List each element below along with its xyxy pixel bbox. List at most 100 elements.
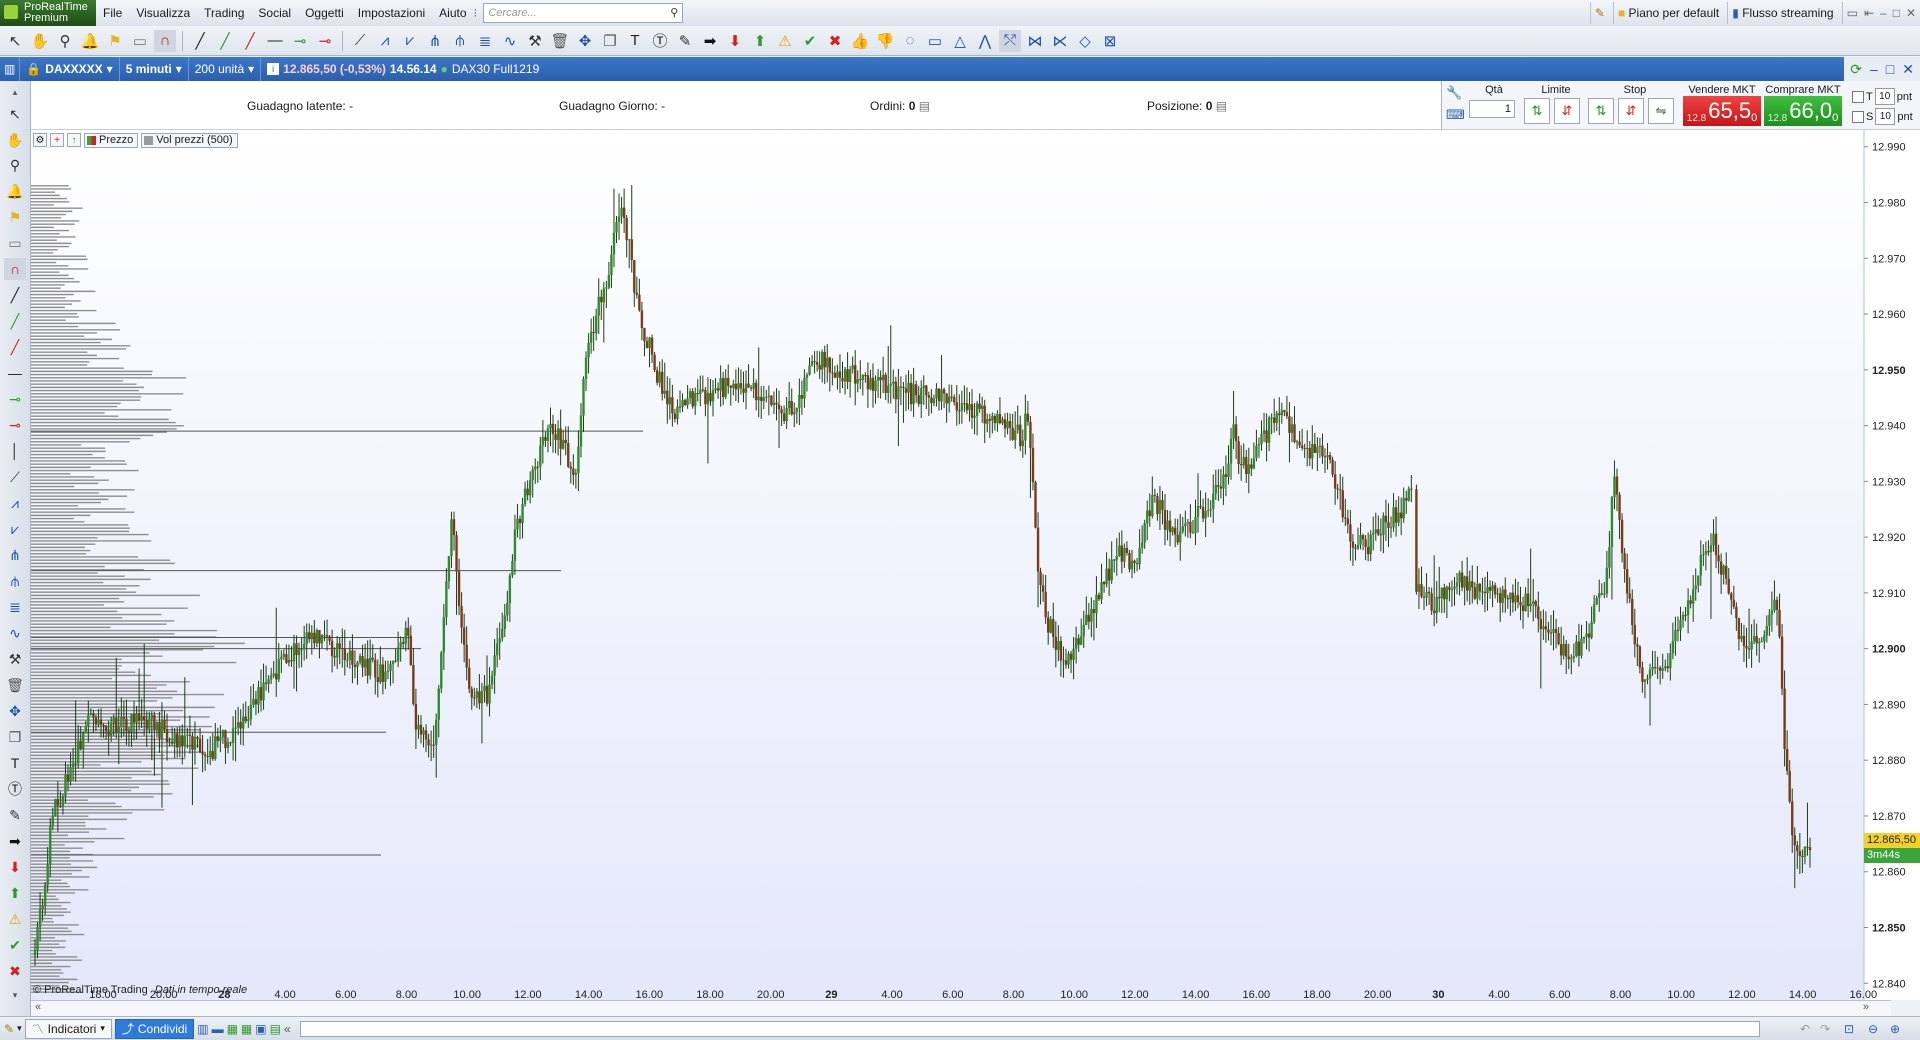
triangle-icon[interactable]: ⩗: [399, 30, 421, 52]
legend-price[interactable]: Prezzo: [84, 132, 139, 148]
orders-list-icon[interactable]: ▤: [919, 99, 930, 113]
units-selector[interactable]: 200 unità ▾: [189, 57, 262, 81]
buy-market-button[interactable]: 12.8 66,0 0: [1764, 96, 1842, 126]
move-icon[interactable]: ✥: [574, 30, 596, 52]
scroll-left-icon[interactable]: «: [35, 1001, 41, 1013]
fan-icon[interactable]: ⋔: [4, 544, 26, 566]
channel-icon[interactable]: ⩘: [374, 30, 396, 52]
trendline-icon[interactable]: ╱: [189, 30, 211, 52]
wave-icon[interactable]: ∿: [4, 622, 26, 644]
hand-icon[interactable]: ✋: [29, 30, 51, 52]
scroll-right-icon[interactable]: »: [1863, 1001, 1869, 1013]
add-indicator-icon[interactable]: +: [50, 133, 64, 147]
arrow-right-icon[interactable]: ➡: [4, 830, 26, 852]
refresh-icon[interactable]: ⟳: [1850, 61, 1862, 78]
scanner-icon[interactable]: ▤: [270, 1022, 281, 1036]
horizontal-line-icon[interactable]: —: [4, 362, 26, 384]
tools-icon[interactable]: ⚒: [4, 648, 26, 670]
ruler-icon[interactable]: ▭: [4, 232, 26, 254]
trendline-icon[interactable]: ╱: [4, 284, 26, 306]
pointer-icon[interactable]: ↖: [4, 103, 26, 125]
x-axis-bar[interactable]: « »: [31, 1000, 1891, 1017]
alert-icon[interactable]: ⚑: [4, 206, 26, 228]
trash-icon[interactable]: 🗑: [549, 30, 571, 52]
calculator-icon[interactable]: ▦: [227, 1022, 238, 1036]
rectangle-icon[interactable]: ▭: [924, 30, 946, 52]
zoom-out-icon[interactable]: ⊖: [1868, 1022, 1878, 1036]
comment-icon[interactable]: Ⓣ: [4, 778, 26, 800]
trendline-red-icon[interactable]: ╱: [239, 30, 261, 52]
pitchfork-icon[interactable]: ⫛: [4, 570, 26, 592]
chevron-down-icon[interactable]: ▾: [17, 1023, 22, 1034]
maximize-icon[interactable]: □: [1886, 61, 1894, 77]
alarm-icon[interactable]: 🔔: [4, 180, 26, 202]
undo-icon[interactable]: ↶: [1800, 1022, 1810, 1036]
chart-svg[interactable]: 12.990 12.980 12.970 12.960 12.950 12.940 12.9…: [31, 130, 1920, 1001]
trendline-green-icon[interactable]: ╱: [214, 30, 236, 52]
copy-icon[interactable]: ❐: [4, 726, 26, 748]
trash-icon[interactable]: 🗑: [4, 674, 26, 696]
pencil-draw-icon[interactable]: ✎: [4, 804, 26, 826]
zoom-fit-icon[interactable]: ⊡: [1844, 1022, 1854, 1036]
keyboard-icon[interactable]: ⌨: [1446, 107, 1465, 123]
share-button[interactable]: ⤴ Condividi: [114, 1018, 195, 1039]
arrow-icon[interactable]: ↑: [67, 133, 81, 147]
magnet-icon[interactable]: ∩: [4, 258, 26, 280]
legend-volume[interactable]: Vol prezzi (500): [141, 132, 238, 148]
stop-loss-checkbox[interactable]: [1852, 110, 1864, 123]
pencil-settings-icon[interactable]: ✎: [4, 1022, 14, 1036]
arrow-down-icon[interactable]: ⬇: [4, 856, 26, 878]
fan-icon[interactable]: ⋔: [424, 30, 446, 52]
fibonacci-icon[interactable]: ≣: [4, 596, 26, 618]
horizontal-green-icon[interactable]: ⊸: [4, 388, 26, 410]
check-icon[interactable]: ✔: [799, 30, 821, 52]
back-icon[interactable]: ⇤: [1864, 6, 1874, 20]
pencil-icon[interactable]: ✎: [1589, 2, 1609, 24]
menu-trading[interactable]: Trading: [197, 6, 251, 20]
expand-icon[interactable]: ▾: [4, 984, 26, 1006]
zoom-icon[interactable]: ⚲: [54, 30, 76, 52]
pitchfork-icon[interactable]: ⫛: [449, 30, 471, 52]
settings-wrench-icon[interactable]: 🔧: [1446, 85, 1462, 101]
stop-loss-input[interactable]: 10: [1875, 108, 1896, 125]
sell-market-button[interactable]: 12.8 65,5 0: [1683, 96, 1761, 126]
restore-icon[interactable]: ▭: [1847, 6, 1858, 20]
diamond-cross-icon[interactable]: ⊠: [1099, 30, 1121, 52]
pattern-icon[interactable]: ⤲: [999, 29, 1021, 52]
grid-icon[interactable]: ▦: [241, 1022, 252, 1036]
take-profit-checkbox[interactable]: [1852, 90, 1864, 103]
trendline-green-icon[interactable]: ╱: [4, 310, 26, 332]
pattern2-icon[interactable]: ⋈: [1024, 30, 1046, 52]
horizontal-green-icon[interactable]: ⊸: [289, 30, 311, 52]
take-profit-input[interactable]: 10: [1874, 88, 1895, 105]
thumbs-up-icon[interactable]: 👍: [849, 30, 871, 52]
menu-file[interactable]: File: [96, 6, 129, 20]
wave-icon[interactable]: ∿: [499, 30, 521, 52]
channel-icon[interactable]: ⩘: [4, 492, 26, 514]
redo-icon[interactable]: ↷: [1820, 1022, 1830, 1036]
text-icon[interactable]: T: [4, 752, 26, 774]
triangle-icon[interactable]: ⩗: [4, 518, 26, 540]
ruler-icon[interactable]: ▭: [129, 30, 151, 52]
timeframe-selector[interactable]: 5 minuti ▾: [120, 57, 189, 81]
indicators-button[interactable]: 〽 Indicatori ▾: [24, 1018, 112, 1039]
arrow-up-icon[interactable]: ⬆: [4, 882, 26, 904]
comment-icon[interactable]: Ⓣ: [649, 30, 671, 52]
screen-icon[interactable]: ▣: [255, 1022, 266, 1036]
search-icon[interactable]: ⚲: [670, 6, 678, 19]
search-input[interactable]: Cercare... ⚲: [483, 3, 684, 23]
streaming-button[interactable]: ▮ Flusso streaming: [1727, 2, 1837, 24]
alert-icon[interactable]: ⚑: [104, 30, 126, 52]
ticker-selector[interactable]: 🔒 DAXXXXX ▾: [20, 57, 120, 81]
pattern3-icon[interactable]: ⋉: [1049, 30, 1071, 52]
alarm-icon[interactable]: 🔔: [79, 30, 101, 52]
menu-oggetti[interactable]: Oggetti: [298, 6, 351, 20]
hand-icon[interactable]: ✋: [4, 129, 26, 151]
move-icon[interactable]: ✥: [4, 700, 26, 722]
menu-aiuto[interactable]: Aiuto: [432, 6, 473, 20]
zoom-icon[interactable]: ⚲: [4, 154, 26, 176]
arrow-up-icon[interactable]: ⬆: [749, 30, 771, 52]
close-icon[interactable]: ✕: [1902, 61, 1914, 78]
comment-icon[interactable]: ▬: [212, 1022, 224, 1036]
scroll-all-left-icon[interactable]: «: [284, 1022, 291, 1036]
